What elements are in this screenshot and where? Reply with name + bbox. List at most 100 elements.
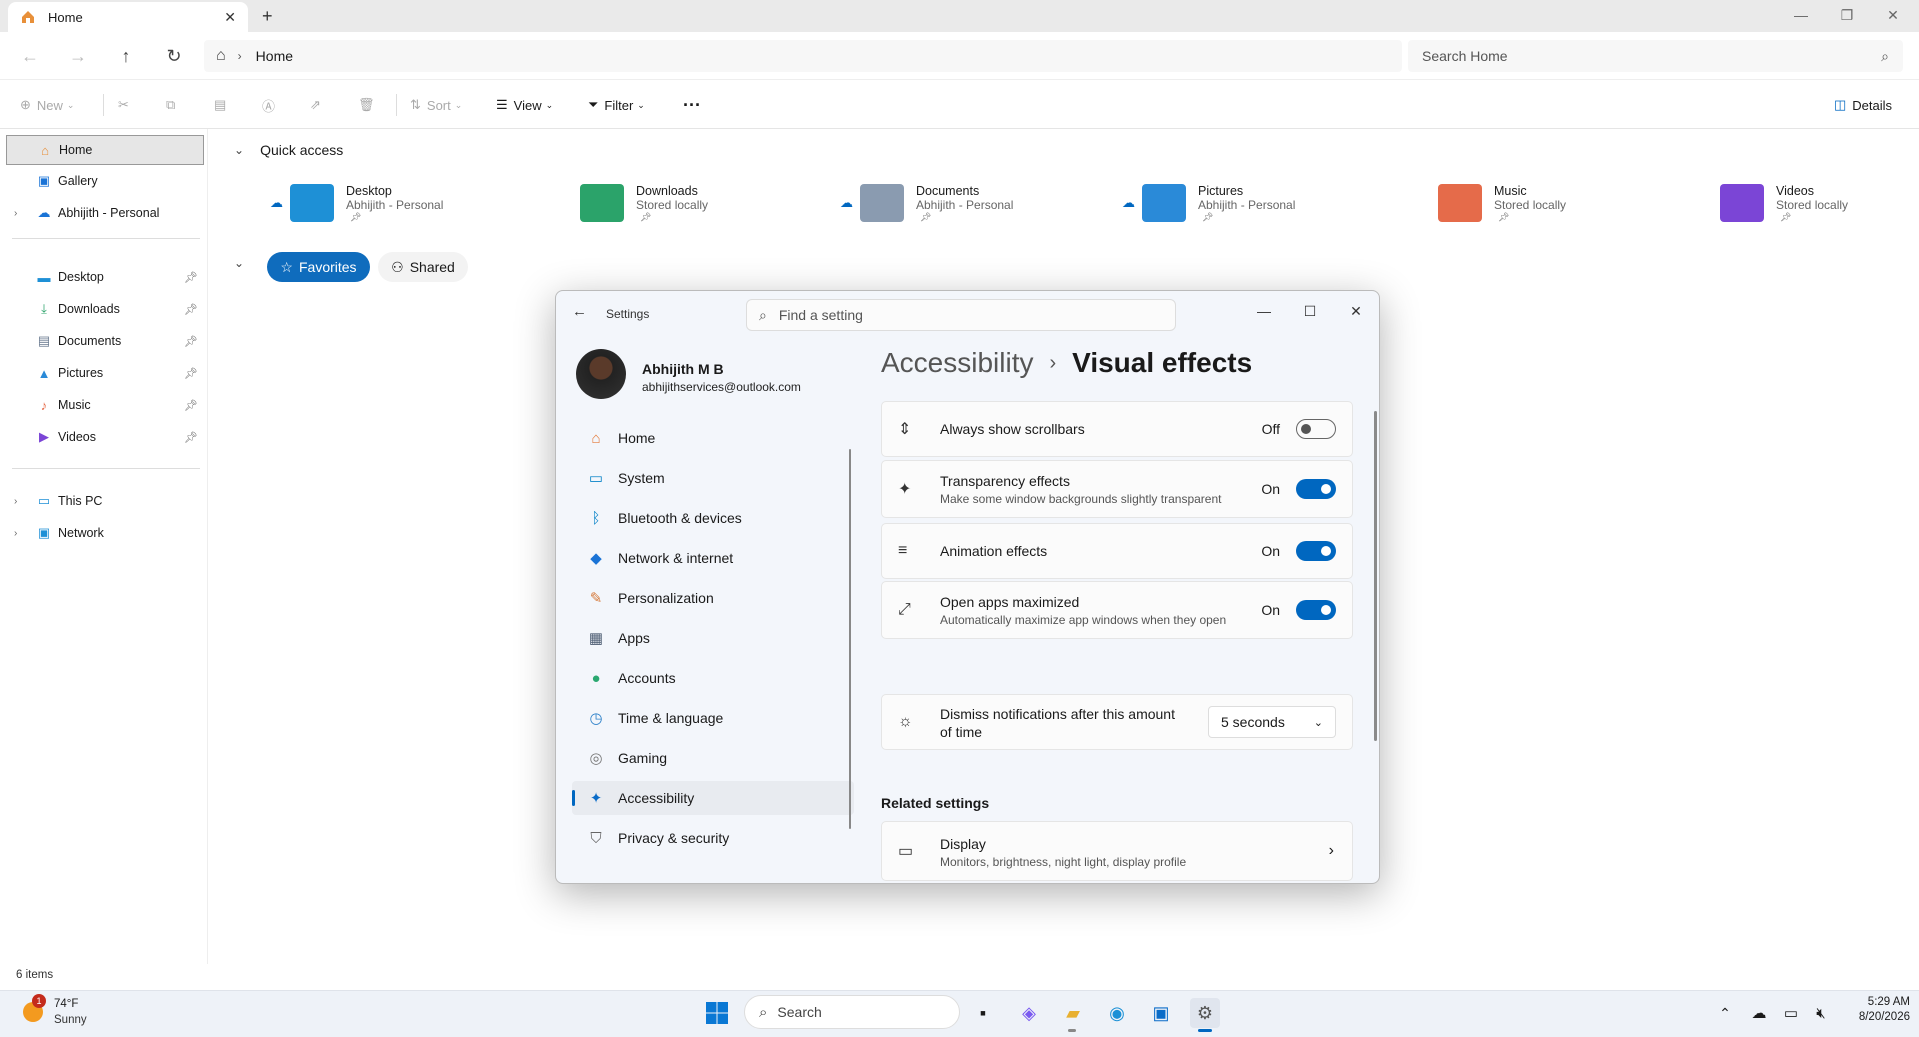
close-button[interactable]: ✕ — [1334, 297, 1378, 325]
rename-icon[interactable]: Ⓐ — [262, 92, 275, 118]
nav-item-privacy-security[interactable]: ⛉ Privacy & security — [572, 821, 854, 855]
close-tab-icon[interactable]: ✕ — [224, 9, 236, 26]
sidebar-item-network[interactable]: › ▣ Network — [6, 518, 204, 548]
clock[interactable]: 5:29 AM 8/20/2026 — [1840, 996, 1910, 1023]
plus-circle-icon: ⊕ — [20, 97, 31, 112]
paste-icon[interactable]: ▤ — [214, 92, 226, 118]
nav-item-time-language[interactable]: ◷ Time & language — [572, 701, 854, 735]
toggle-switch[interactable] — [1296, 419, 1336, 439]
nav-item-accessibility[interactable]: ✦ Accessibility — [572, 781, 854, 815]
nav-item-system[interactable]: ▭ System — [572, 461, 854, 495]
settings-app-icon[interactable]: ⚙ — [1190, 998, 1220, 1028]
search-box[interactable]: Search Home ⌕ — [1408, 40, 1903, 72]
view-button[interactable]: ☰ View ⌄ — [496, 92, 553, 118]
new-tab-button[interactable]: + — [262, 6, 273, 27]
sidebar-item-this-pc[interactable]: › ▭ This PC — [6, 486, 204, 516]
home-icon[interactable]: ⌂ — [216, 47, 226, 65]
sidebar-item-music[interactable]: ♪ Music 📌︎ — [6, 390, 204, 420]
breadcrumb[interactable]: Home — [256, 48, 293, 64]
edge-icon[interactable]: ◉ — [1102, 998, 1132, 1028]
sidebar-item-pictures[interactable]: ▲ Pictures 📌︎ — [6, 358, 204, 388]
sidebar-item-onedrive[interactable]: › ☁ Abhijith - Personal — [6, 198, 204, 228]
sidebar-item-videos[interactable]: ▶ Videos 📌︎ — [6, 422, 204, 452]
toggle-switch[interactable] — [1296, 600, 1336, 620]
sidebar-item-downloads[interactable]: ⤓ Downloads 📌︎ — [6, 294, 204, 324]
forward-button[interactable]: → — [60, 40, 96, 72]
content-scrollbar[interactable] — [1374, 411, 1377, 741]
new-button[interactable]: ⊕ New ⌄ — [20, 92, 74, 118]
quick-access-item[interactable]: ☁ Desktop Abhijith - Personal 📌︎ — [270, 180, 443, 226]
minimize-button[interactable]: — — [1242, 297, 1286, 325]
display-link-card[interactable]: ▭ Display Monitors, brightness, night li… — [881, 821, 1353, 881]
back-button[interactable]: ← — [12, 40, 48, 72]
sidebar-item-documents[interactable]: ▤ Documents 📌︎ — [6, 326, 204, 356]
computer-icon: ▭ — [37, 493, 51, 508]
quick-access-item[interactable]: Music Stored locally 📌︎ — [1418, 180, 1566, 226]
network-icon[interactable]: ▭ — [1776, 998, 1806, 1028]
start-button[interactable] — [702, 998, 732, 1028]
nav-item-personalization[interactable]: ✎ Personalization — [572, 581, 854, 615]
pin-icon[interactable]: 📌︎ — [184, 431, 198, 444]
nav-item-bluetooth-devices[interactable]: ᛒ Bluetooth & devices — [572, 501, 854, 535]
sidebar-item-home[interactable]: ⌂ Home — [6, 135, 204, 165]
minimize-button[interactable]: — — [1778, 0, 1824, 30]
avatar[interactable] — [576, 349, 626, 399]
chevron-right-icon[interactable]: › — [14, 208, 17, 219]
shared-filter-button[interactable]: ⚇ Shared — [378, 252, 468, 282]
maximize-button[interactable]: ☐ — [1288, 297, 1332, 325]
chevron-right-icon[interactable]: › — [14, 528, 17, 539]
cut-icon[interactable]: ✂ — [118, 92, 129, 118]
quick-access-item[interactable]: ☁ Documents Abhijith - Personal 📌︎ — [840, 180, 1013, 226]
up-button[interactable]: ↑ — [108, 40, 144, 72]
pin-icon[interactable]: 📌︎ — [184, 367, 198, 380]
pin-icon[interactable]: 📌︎ — [184, 335, 198, 348]
back-icon[interactable]: ← — [572, 303, 587, 320]
close-button[interactable]: ✕ — [1870, 0, 1916, 30]
find-setting-input[interactable]: ⌕ Find a setting — [746, 299, 1176, 331]
quick-access-item[interactable]: Videos Stored locally 📌︎ — [1700, 180, 1848, 226]
chevron-up-icon[interactable]: ⌃ — [1710, 998, 1740, 1028]
volume-muted-icon[interactable]: 🔇︎ — [1806, 998, 1836, 1028]
nav-item-home[interactable]: ⌂ Home — [572, 421, 854, 455]
quick-access-item[interactable]: Downloads Stored locally 📌︎ — [560, 180, 708, 226]
breadcrumb-parent[interactable]: Accessibility — [881, 347, 1033, 379]
delete-icon[interactable]: 🗑︎ — [358, 92, 375, 118]
nav-item-accounts[interactable]: ● Accounts — [572, 661, 854, 695]
pin-icon[interactable]: 📌︎ — [184, 399, 198, 412]
chevron-down-icon[interactable]: ⌄ — [234, 143, 244, 157]
file-explorer-icon[interactable]: ▰ — [1058, 998, 1088, 1028]
dismiss-duration-select[interactable]: 5 seconds ⌄ — [1208, 706, 1336, 738]
onedrive-icon[interactable]: ☁ — [1744, 998, 1774, 1028]
quick-access-item[interactable]: ☁ Pictures Abhijith - Personal 📌︎ — [1122, 180, 1295, 226]
restore-button[interactable]: ❐ — [1824, 0, 1870, 30]
folder-icon — [580, 184, 624, 222]
details-button[interactable]: ◫ Details — [1834, 92, 1892, 118]
share-icon[interactable]: ⇗ — [310, 92, 321, 118]
toggle-switch[interactable] — [1296, 479, 1336, 499]
pin-icon[interactable]: 📌︎ — [184, 271, 198, 284]
chevron-down-icon[interactable]: ⌄ — [234, 256, 244, 270]
nav-item-network-internet[interactable]: ◆ Network & internet — [572, 541, 854, 575]
pin-icon[interactable]: 📌︎ — [184, 303, 198, 316]
sidebar-item-gallery[interactable]: ▣ Gallery — [6, 166, 204, 196]
quick-access-header[interactable]: ⌄ Quick access — [234, 142, 343, 158]
filter-button[interactable]: ⏷ Filter ⌄ — [588, 92, 645, 118]
nav-scrollbar[interactable] — [849, 449, 851, 829]
store-icon[interactable]: ▣ — [1146, 998, 1176, 1028]
sidebar-item-desktop[interactable]: ▬ Desktop 📌︎ — [6, 262, 204, 292]
more-options-icon[interactable]: ··· — [683, 92, 701, 118]
nav-item-gaming[interactable]: ◎ Gaming — [572, 741, 854, 775]
sort-button[interactable]: ⇅ Sort ⌄ — [410, 92, 462, 118]
weather-widget[interactable]: 1 74°F Sunny — [20, 994, 140, 1034]
favorites-filter-button[interactable]: ☆ Favorites — [267, 252, 370, 282]
taskbar-search[interactable]: ⌕ Search — [744, 995, 960, 1029]
copy-icon[interactable]: ⧉ — [166, 92, 175, 118]
task-view-icon[interactable]: ▪ — [968, 998, 998, 1028]
nav-item-apps[interactable]: ▦ Apps — [572, 621, 854, 655]
toggle-switch[interactable] — [1296, 541, 1336, 561]
chevron-right-icon[interactable]: › — [14, 496, 17, 507]
copilot-icon[interactable]: ◈ — [1014, 998, 1044, 1028]
refresh-button[interactable]: ↻ — [156, 40, 192, 72]
tab-home[interactable]: Home ✕ — [8, 2, 248, 32]
address-bar[interactable]: ⌂ › Home — [204, 40, 1402, 72]
